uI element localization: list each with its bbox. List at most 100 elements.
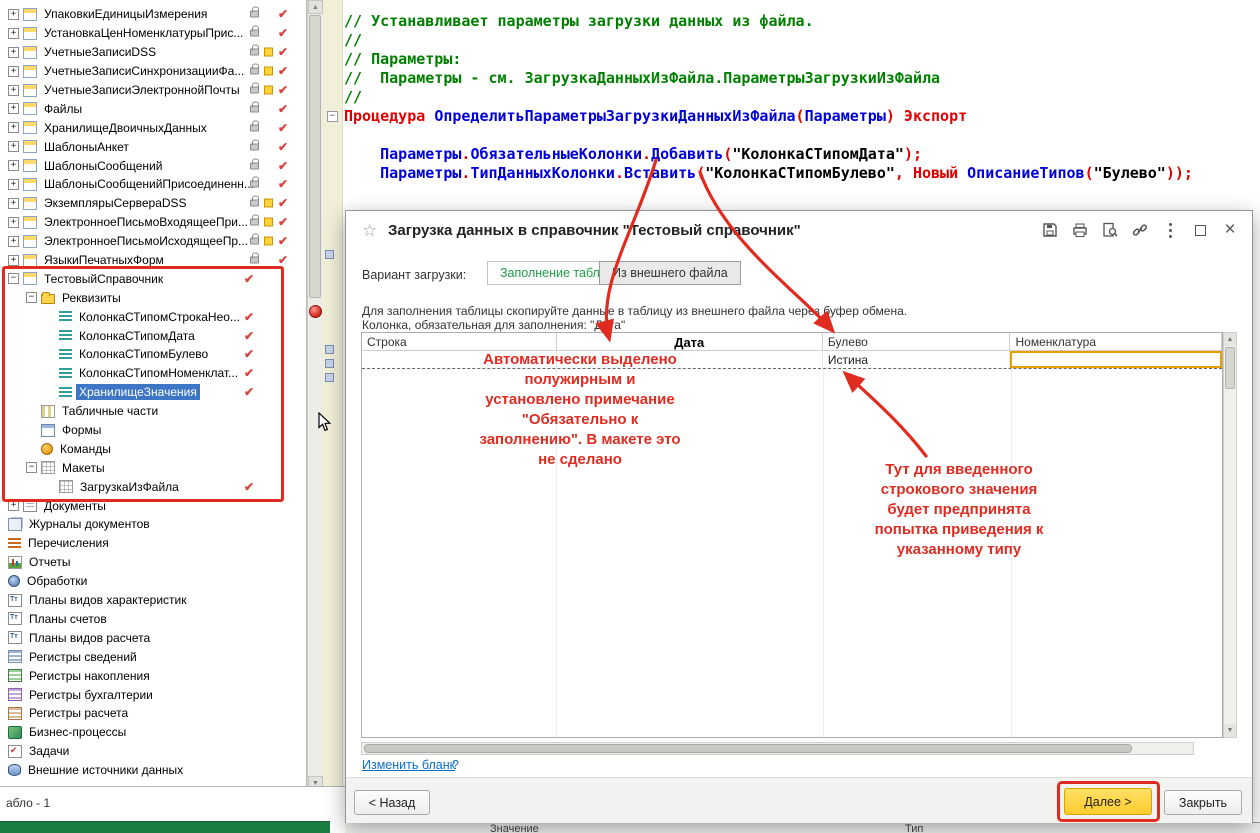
link-icon[interactable] <box>1132 222 1148 238</box>
tree-item[interactable]: +УчетныеЗаписиСинхронизацииФа...✔ <box>0 62 306 81</box>
tree-item[interactable]: Регистры сведений <box>0 647 306 666</box>
collapse-icon[interactable]: − <box>8 273 19 284</box>
expand-icon[interactable]: + <box>8 141 19 152</box>
table-horizontal-scrollbar[interactable] <box>361 742 1194 755</box>
tree-item[interactable]: Формы <box>0 421 306 440</box>
expand-icon[interactable]: + <box>8 160 19 171</box>
expand-icon[interactable]: + <box>8 28 19 39</box>
tree-item[interactable]: Бизнес-процессы <box>0 723 306 742</box>
tree-item[interactable]: +Документы <box>0 496 306 515</box>
scrollbar-thumb[interactable] <box>1225 347 1235 389</box>
expand-icon[interactable]: + <box>8 122 19 133</box>
column-header[interactable]: Строка <box>362 333 557 350</box>
back-button[interactable]: < Назад <box>354 790 430 815</box>
edit-blank-link[interactable]: Изменить бланк <box>362 758 455 772</box>
tree-item[interactable]: КолонкаСТипомСтрокаНео...✔ <box>0 307 306 326</box>
next-button[interactable]: Далее > <box>1064 788 1152 815</box>
expand-icon[interactable]: + <box>8 236 19 247</box>
tree-item[interactable]: Регистры накопления <box>0 666 306 685</box>
task-icon <box>8 745 22 758</box>
code-line: // Устанавливает параметры загрузки данн… <box>344 12 1258 31</box>
table-body[interactable] <box>362 369 1222 737</box>
tree-item[interactable]: +ШаблоныАнкет✔ <box>0 137 306 156</box>
table-cell[interactable]: Истина <box>823 351 1011 368</box>
column-header[interactable]: Булево <box>823 333 1011 350</box>
tree-item[interactable]: Табличные части <box>0 402 306 421</box>
expand-icon[interactable]: + <box>8 66 19 77</box>
tree-item[interactable]: Регистры бухгалтерии <box>0 685 306 704</box>
tree-item[interactable]: КолонкаСТипомДата✔ <box>0 326 306 345</box>
close-icon[interactable]: × <box>1222 222 1238 238</box>
load-variant-label: Вариант загрузки: <box>362 268 466 282</box>
expand-icon[interactable]: + <box>8 217 19 228</box>
expand-icon[interactable]: + <box>8 255 19 266</box>
tree-item[interactable]: Команды <box>0 439 306 458</box>
tree-item[interactable]: +ЭкземплярыСервераDSS✔ <box>0 194 306 213</box>
tree-item[interactable]: Задачи <box>0 742 306 761</box>
lock-icon <box>250 49 259 56</box>
table-cell[interactable] <box>557 351 823 368</box>
code-fold-icon[interactable]: − <box>327 111 338 122</box>
tree-item[interactable]: Журналы документов <box>0 515 306 534</box>
tree-item[interactable]: −ТестовыйСправочник✔ <box>0 269 306 288</box>
scrollbar-thumb[interactable] <box>364 744 1132 753</box>
tree-item[interactable]: ХранилищеЗначения✔ <box>0 383 306 402</box>
help-icon[interactable]: ? <box>452 758 459 772</box>
close-button[interactable]: Закрыть <box>1164 790 1242 815</box>
tree-item[interactable]: +Файлы✔ <box>0 99 306 118</box>
code-editor[interactable]: // Устанавливает параметры загрузки данн… <box>344 12 1258 183</box>
collapse-icon[interactable]: − <box>26 462 37 473</box>
tree-item[interactable]: Обработки <box>0 572 306 591</box>
scroll-up-icon[interactable]: ▲ <box>308 0 323 14</box>
tree-item[interactable]: +УпаковкиЕдиницыИзмерения✔ <box>0 5 306 24</box>
favorite-star-icon[interactable]: ☆ <box>362 221 377 241</box>
maximize-icon[interactable] <box>1192 222 1208 238</box>
expand-icon[interactable]: + <box>8 103 19 114</box>
tree-item[interactable]: +ЭлектронноеПисьмоИсходящееПр...✔ <box>0 232 306 251</box>
tree-item[interactable]: +ШаблоныСообщений✔ <box>0 156 306 175</box>
expand-icon[interactable]: + <box>8 9 19 20</box>
expand-icon[interactable]: + <box>8 198 19 209</box>
save-icon[interactable] <box>1042 222 1058 238</box>
expand-icon[interactable]: + <box>8 47 19 58</box>
tree-item[interactable]: +УстановкаЦенНоменклатурыПрис...✔ <box>0 24 306 43</box>
more-icon[interactable] <box>1162 222 1178 238</box>
tree-item[interactable]: +ХранилищеДвоичныхДанных✔ <box>0 118 306 137</box>
tree-item[interactable]: +УчетныеЗаписиDSS✔ <box>0 43 306 62</box>
tablo-tab[interactable]: абло - 1 <box>6 796 50 810</box>
tree-scrollbar[interactable]: ▲ ▼ <box>307 0 322 790</box>
tree-item[interactable]: Планы видов расчета <box>0 628 306 647</box>
table-vertical-scrollbar[interactable]: ▲ ▼ <box>1223 332 1237 738</box>
tree-item[interactable]: +ЯзыкиПечатныхФорм✔ <box>0 251 306 270</box>
column-header[interactable]: Номенклатура <box>1010 333 1222 350</box>
tree-item[interactable]: Отчеты <box>0 553 306 572</box>
tree-item[interactable]: −Реквизиты <box>0 288 306 307</box>
expand-icon[interactable]: + <box>8 179 19 190</box>
table-cell[interactable] <box>362 351 557 368</box>
tree-item[interactable]: КолонкаСТипомБулево✔ <box>0 345 306 364</box>
expand-icon[interactable]: + <box>8 85 19 96</box>
tab-external-file[interactable]: Из внешнего файла <box>599 261 741 285</box>
tree-item[interactable]: +УчетныеЗаписиЭлектроннойПочты✔ <box>0 81 306 100</box>
tree-item[interactable]: Внешние источники данных <box>0 761 306 780</box>
preview-icon[interactable] <box>1102 222 1118 238</box>
accounts-icon <box>8 612 22 625</box>
tree-item-label: Макеты <box>59 460 108 476</box>
selected-cell[interactable] <box>1010 351 1222 368</box>
tree-item[interactable]: Перечисления <box>0 534 306 553</box>
scroll-down-icon[interactable]: ▼ <box>1224 724 1236 737</box>
tree-item[interactable]: Планы счетов <box>0 610 306 629</box>
scroll-up-icon[interactable]: ▲ <box>1224 333 1236 346</box>
tree-item[interactable]: ЗагрузкаИзФайла✔ <box>0 477 306 496</box>
expand-icon[interactable]: + <box>8 500 19 511</box>
tree-item[interactable]: Регистры расчета <box>0 704 306 723</box>
collapse-icon[interactable]: − <box>26 292 37 303</box>
tree-item[interactable]: +ШаблоныСообщенийПрисоединенн...✔ <box>0 175 306 194</box>
tree-item[interactable]: КолонкаСТипомНоменклат...✔ <box>0 364 306 383</box>
print-icon[interactable] <box>1072 222 1088 238</box>
tree-item[interactable]: +ЭлектронноеПисьмоВходящееПри...✔ <box>0 213 306 232</box>
tree-item[interactable]: Планы видов характеристик <box>0 591 306 610</box>
scrollbar-thumb[interactable] <box>309 15 321 298</box>
tree-item[interactable]: − Макеты <box>0 458 306 477</box>
column-header[interactable]: Дата <box>557 333 823 350</box>
